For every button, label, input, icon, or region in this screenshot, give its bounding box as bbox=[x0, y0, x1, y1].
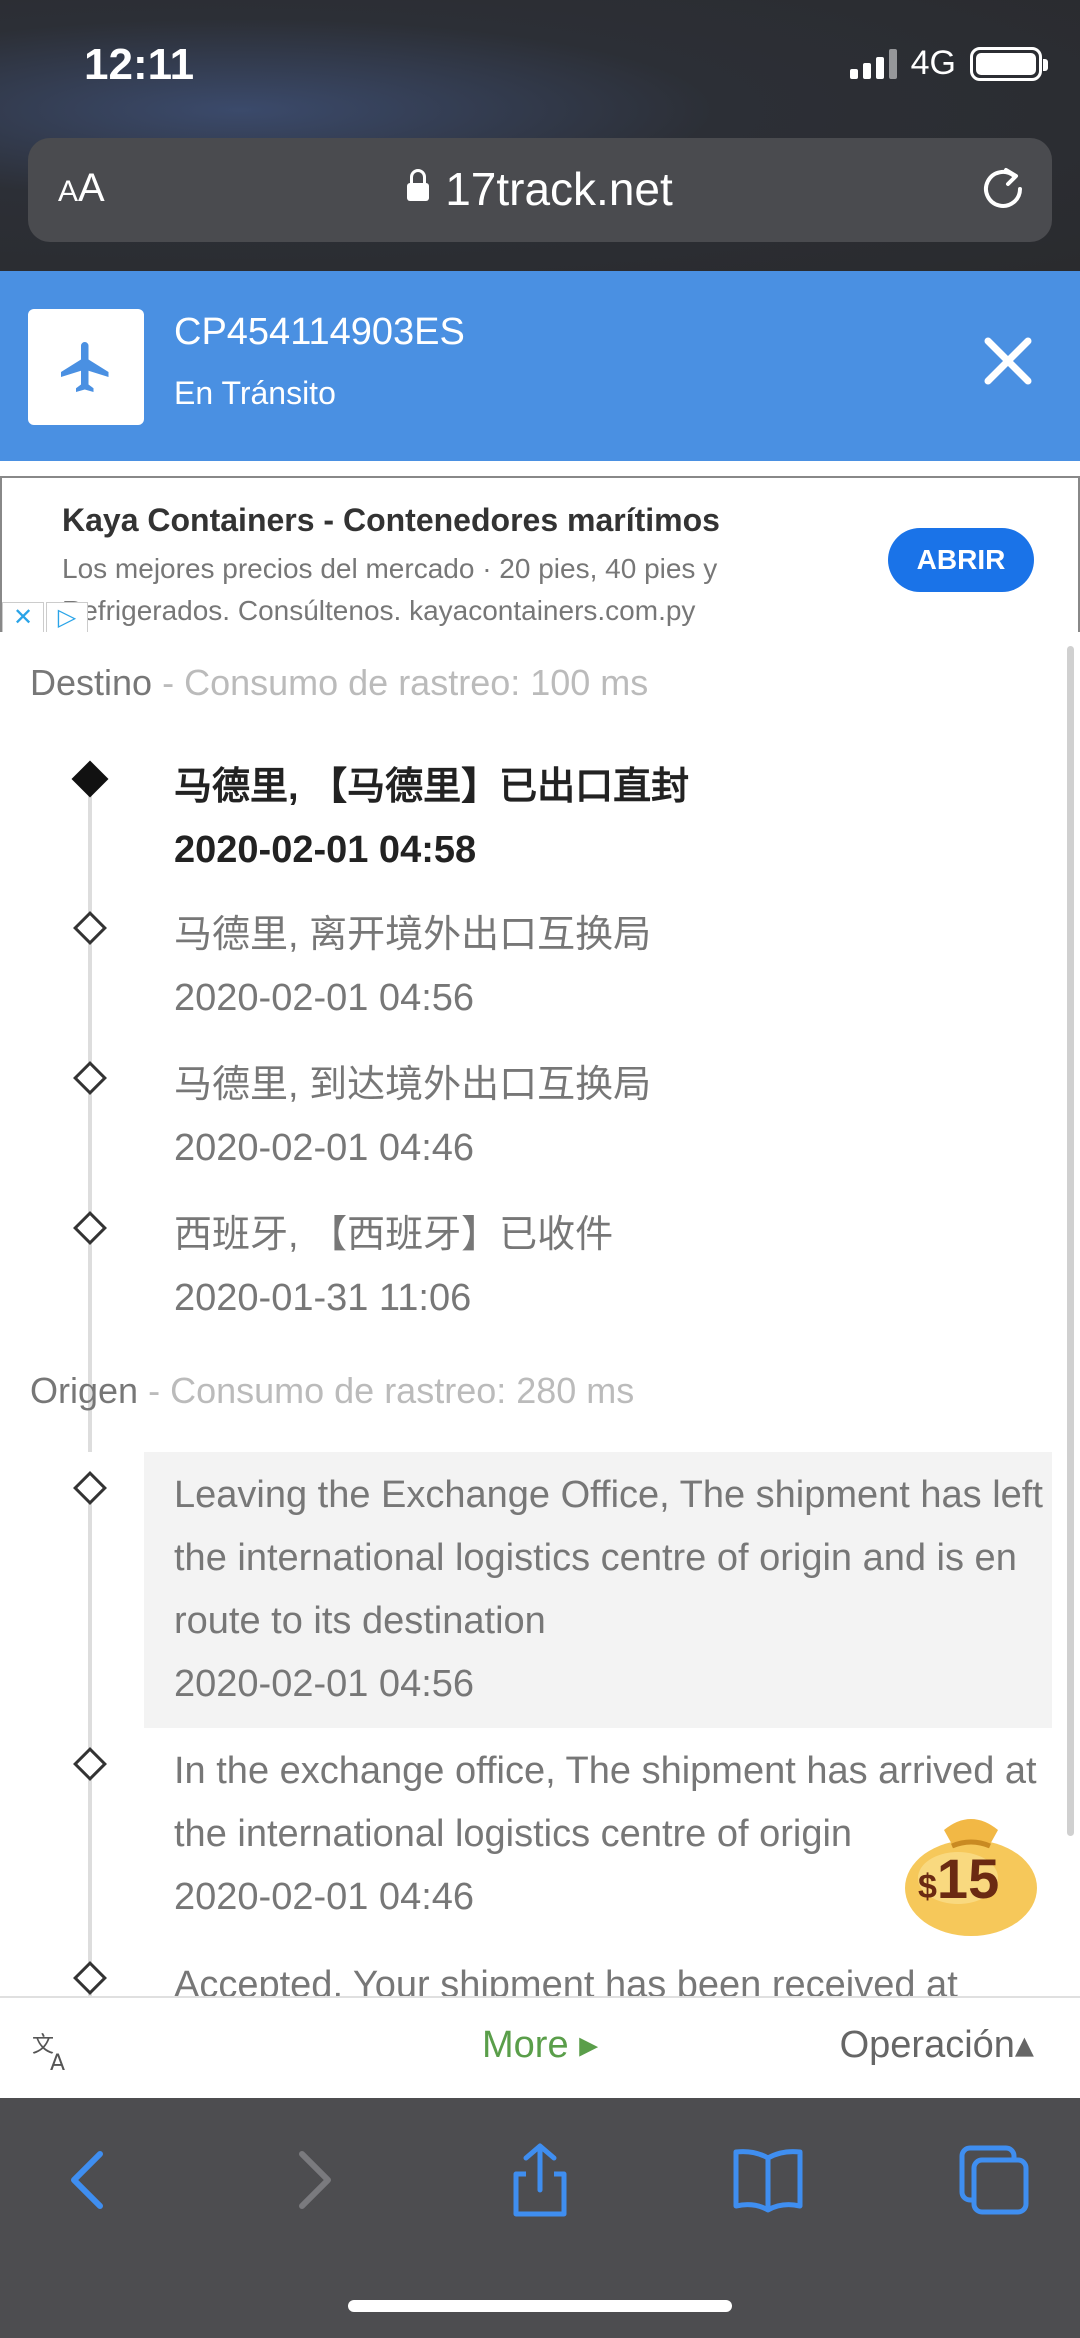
battery-icon bbox=[970, 46, 1048, 81]
event-text: 西班牙, 【西班牙】已收件 bbox=[174, 1214, 614, 1256]
event-text: 马德里, 离开境外出口互换局 bbox=[174, 914, 652, 956]
network-label: 4G bbox=[910, 44, 956, 82]
ad-close-icon[interactable]: ✕ bbox=[2, 602, 44, 634]
timeline-line bbox=[88, 1488, 92, 1996]
destination-event: 马德里, 【马德里】已出口直封 2020-02-01 04:58 bbox=[174, 756, 1054, 882]
ad-choices[interactable]: ✕ ▷ bbox=[2, 602, 88, 634]
share-icon[interactable] bbox=[500, 2140, 580, 2220]
destination-event: 马德里, 到达境外出口互换局 2020-02-01 04:46 bbox=[174, 1054, 1054, 1180]
operation-menu[interactable]: Operación▴ bbox=[840, 2022, 1034, 2067]
tracking-header: CP454114903ES En Tránsito bbox=[0, 271, 1080, 461]
event-text: Leaving the Exchange Office, The shipmen… bbox=[174, 1474, 1043, 1642]
timeline-dot bbox=[73, 911, 107, 945]
origin-consumption: - Consumo de rastreo: 280 ms bbox=[148, 1370, 635, 1411]
plane-icon bbox=[61, 342, 109, 392]
close-icon[interactable] bbox=[980, 333, 1036, 389]
coin-value: 15 bbox=[936, 1847, 1000, 1910]
book-icon[interactable] bbox=[728, 2140, 808, 2220]
event-text: 马德里, 【马德里】已出口直封 bbox=[174, 766, 690, 808]
destination-event: 西班牙, 【西班牙】已收件 2020-01-31 11:06 bbox=[174, 1204, 1054, 1330]
ad-description: Los mejores precios del mercado · 20 pie… bbox=[62, 553, 718, 626]
coin-amount[interactable]: $15 bbox=[918, 1846, 999, 1911]
timeline-dot bbox=[73, 1471, 107, 1505]
timeline-dot bbox=[73, 1747, 107, 1781]
status-indicators: 4G bbox=[849, 44, 1048, 83]
status-time: 12:11 bbox=[84, 40, 195, 89]
origin-event: Leaving the Exchange Office, The shipmen… bbox=[174, 1464, 1054, 1716]
translate-icon[interactable]: 文 A bbox=[30, 2028, 74, 2072]
timeline-dot-current bbox=[71, 760, 109, 798]
ad-info-icon[interactable]: ▷ bbox=[46, 602, 88, 634]
event-time: 2020-02-01 04:56 bbox=[174, 1663, 475, 1705]
event-text: Accepted, Your shipment has been receive… bbox=[174, 1964, 958, 1996]
ad-open-button[interactable]: ABRIR bbox=[888, 528, 1034, 592]
destination-consumption: - Consumo de rastreo: 100 ms bbox=[162, 662, 649, 703]
timeline-line bbox=[88, 782, 92, 1452]
action-bar: 文 A More ▸ Operación▴ bbox=[0, 1996, 1080, 2098]
tabs-icon[interactable] bbox=[954, 2140, 1034, 2220]
back-icon[interactable] bbox=[50, 2140, 130, 2220]
lock-icon bbox=[407, 169, 430, 201]
timeline-dot bbox=[73, 1211, 107, 1245]
address-bar[interactable]: AA 17track.net bbox=[28, 138, 1052, 242]
carrier-logo bbox=[28, 309, 144, 425]
signal-icon bbox=[849, 48, 897, 79]
ad-banner[interactable]: Kaya Containers - Contenedores marítimos… bbox=[0, 476, 1080, 634]
more-button[interactable]: More ▸ bbox=[482, 2022, 598, 2067]
origin-event: Accepted, Your shipment has been receive… bbox=[174, 1954, 1054, 1996]
event-time: 2020-02-01 04:58 bbox=[174, 829, 477, 871]
destination-event: 马德里, 离开境外出口互换局 2020-02-01 04:56 bbox=[174, 904, 1054, 1030]
svg-text:A: A bbox=[50, 2051, 65, 2072]
origin-label: Origen bbox=[30, 1370, 139, 1411]
event-time: 2020-02-01 04:56 bbox=[174, 977, 475, 1019]
tracking-status: En Tránsito bbox=[174, 375, 336, 411]
scrollbar[interactable] bbox=[1067, 646, 1074, 1836]
ad-title[interactable]: Kaya Containers - Contenedores marítimos bbox=[62, 502, 720, 539]
destination-heading: Destino - Consumo de rastreo: 100 ms bbox=[30, 662, 648, 704]
url-text: 17track.net bbox=[445, 163, 673, 215]
timeline-dot bbox=[73, 1961, 107, 1995]
coin-currency: $ bbox=[918, 1868, 937, 1906]
destination-label: Destino bbox=[30, 662, 153, 703]
forward-icon[interactable] bbox=[272, 2140, 352, 2220]
event-time: 2020-01-31 11:06 bbox=[174, 1277, 472, 1319]
event-time: 2020-02-01 04:46 bbox=[174, 1127, 475, 1169]
home-indicator[interactable] bbox=[348, 2300, 732, 2312]
origin-heading: Origen - Consumo de rastreo: 280 ms bbox=[30, 1370, 634, 1412]
browser-chrome: 12:11 4G AA 17track.net bbox=[0, 0, 1080, 271]
reload-icon[interactable] bbox=[976, 162, 1030, 216]
timeline-dot bbox=[73, 1061, 107, 1095]
tracking-number: CP454114903ES bbox=[174, 311, 465, 353]
url-display[interactable]: 17track.net bbox=[28, 162, 1052, 216]
event-text: 马德里, 到达境外出口互换局 bbox=[174, 1064, 652, 1106]
